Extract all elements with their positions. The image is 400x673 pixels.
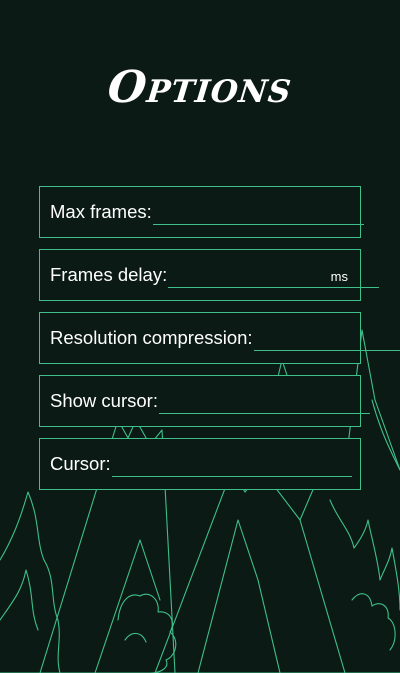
show-cursor-input[interactable]	[158, 388, 370, 414]
cursor-field: Cursor:	[39, 438, 361, 490]
resolution-compression-label: Resolution compression:	[50, 327, 253, 348]
resolution-compression-field: Resolution compression:	[39, 312, 400, 364]
frames-delay-label: Frames delay:	[50, 264, 168, 285]
max-frames-field: Max frames:	[39, 186, 364, 238]
frames-delay-field: Frames delay: ms	[39, 249, 380, 301]
cursor-label: Cursor:	[50, 453, 111, 474]
page-title: Options	[105, 62, 295, 113]
show-cursor-label: Show cursor:	[50, 390, 158, 411]
options-form: Max frames: Frames delay: ms Resolution …	[39, 186, 400, 501]
options-screen: Options Max frames: Frames delay: ms Res…	[0, 0, 400, 673]
max-frames-input[interactable]	[152, 199, 364, 225]
show-cursor-field: Show cursor:	[39, 375, 370, 427]
max-frames-label: Max frames:	[50, 201, 152, 222]
resolution-compression-input[interactable]	[253, 325, 400, 351]
cursor-input[interactable]	[111, 451, 352, 477]
frames-delay-unit: ms	[330, 269, 348, 284]
